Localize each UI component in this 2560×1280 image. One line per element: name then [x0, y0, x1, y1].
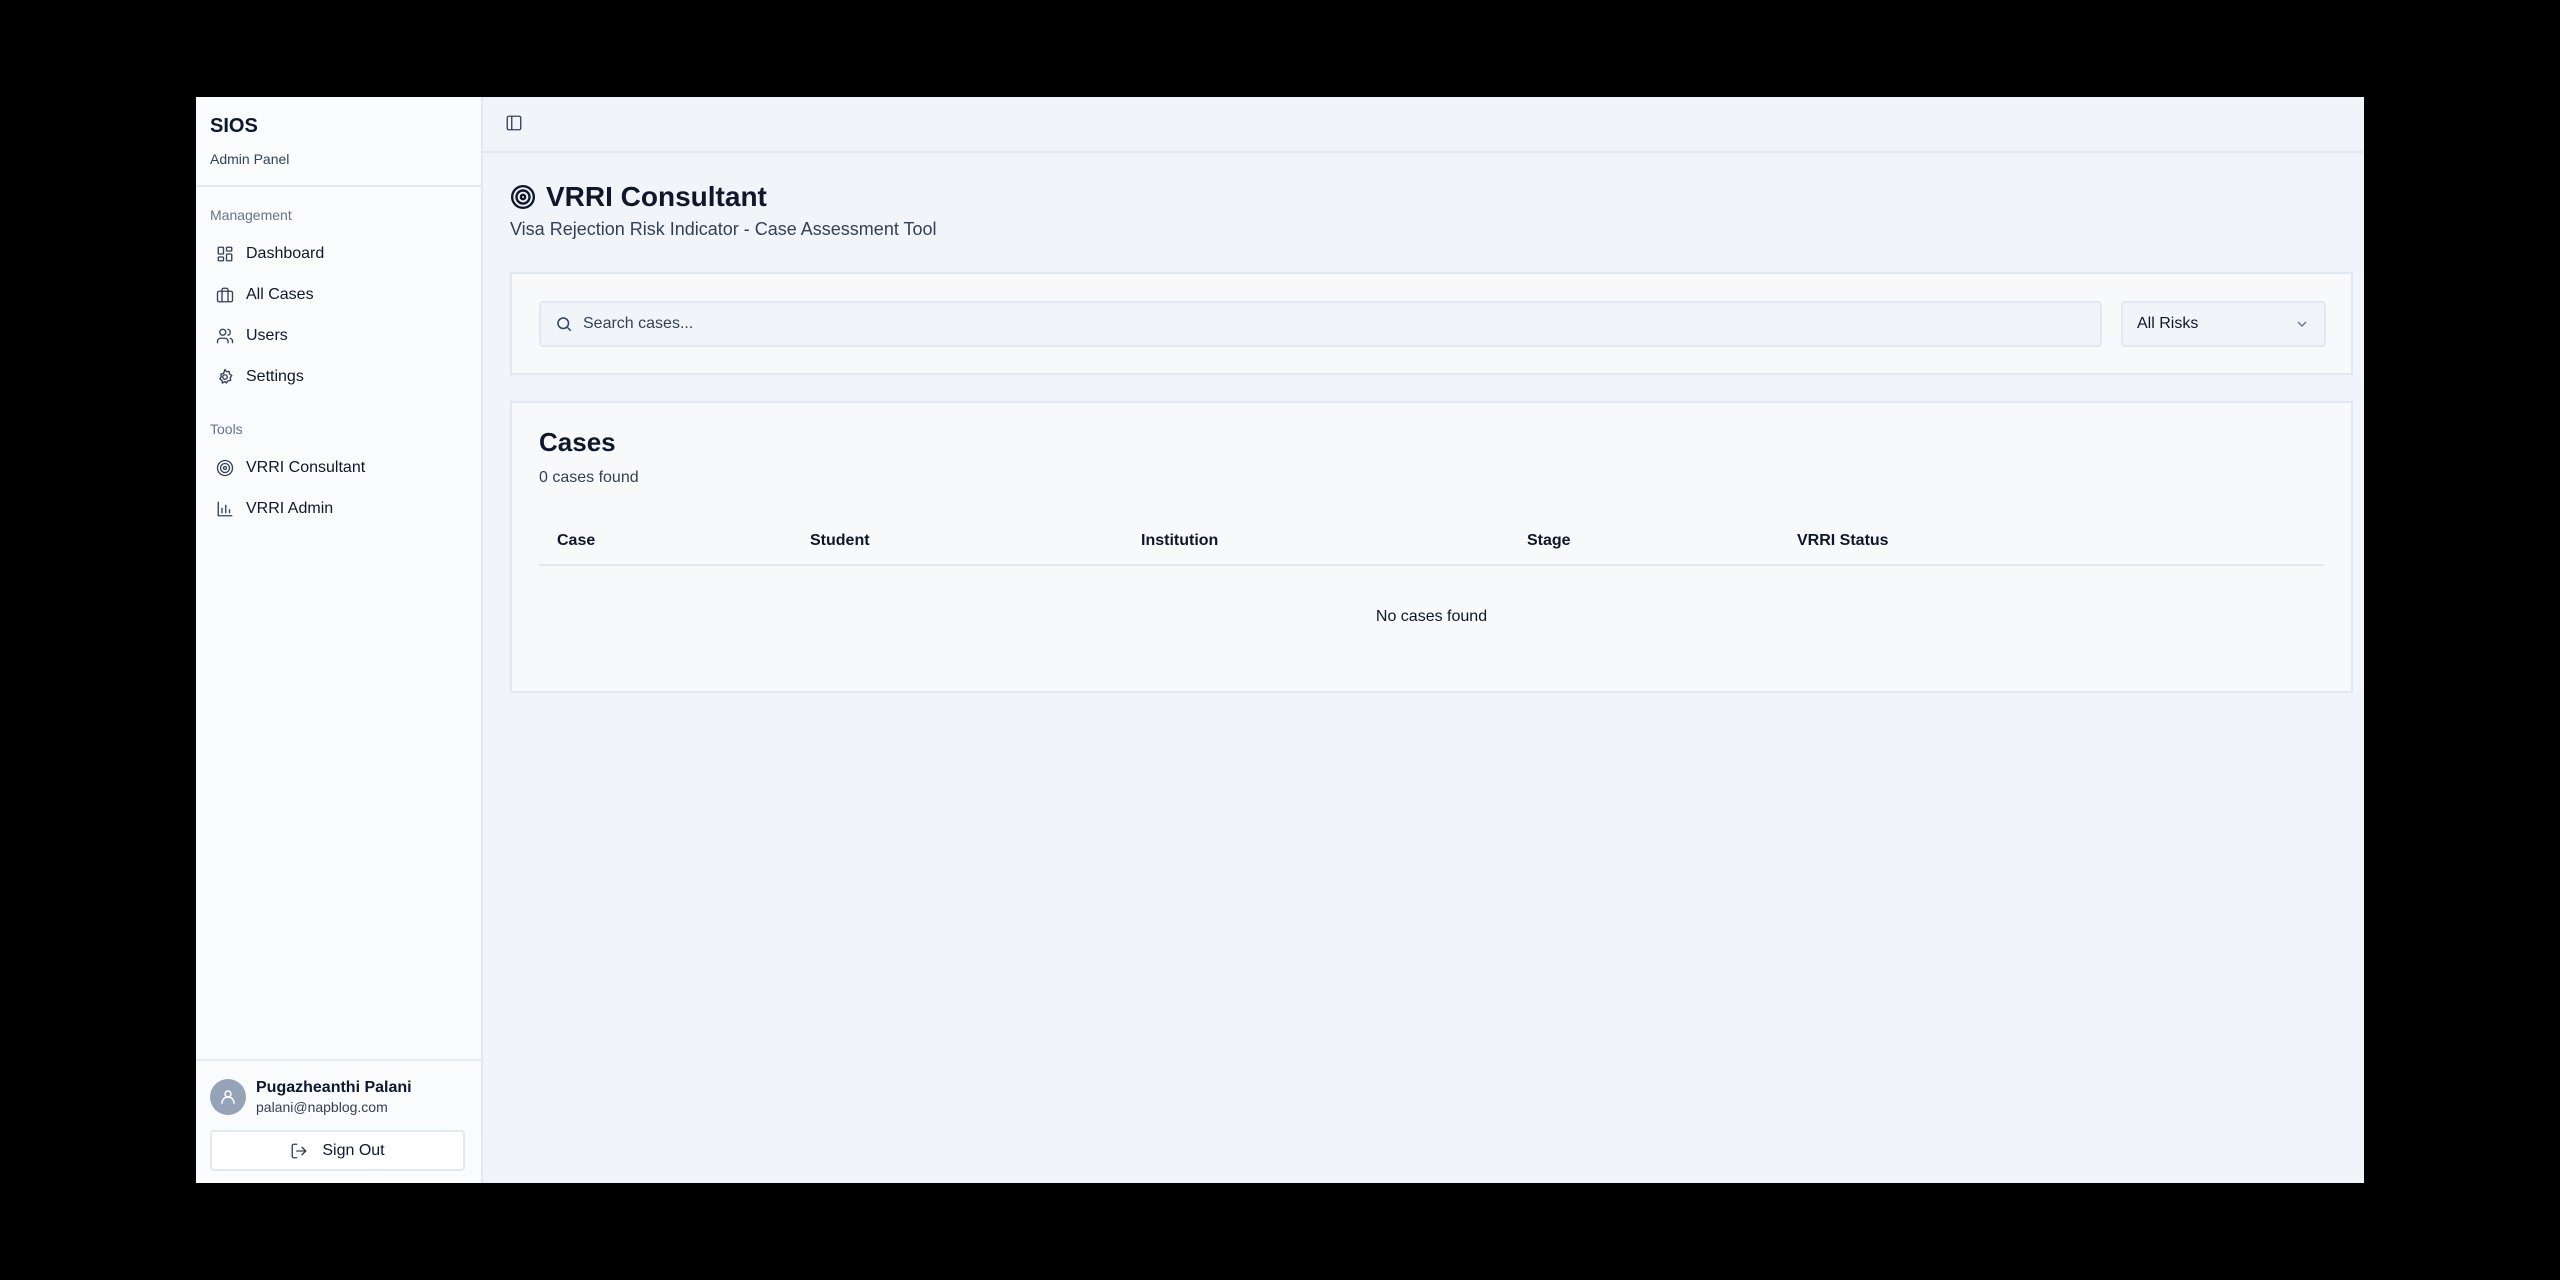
target-icon — [510, 184, 536, 210]
empty-state: No cases found — [1375, 608, 1488, 625]
cases-card: Cases 0 cases found Case Student Institu… — [510, 401, 2353, 693]
sidebar-item-dashboard[interactable]: Dashboard — [210, 233, 467, 274]
search-box — [539, 301, 2102, 347]
sign-out-button[interactable]: Sign Out — [210, 1130, 465, 1171]
search-input[interactable] — [583, 315, 2083, 333]
risk-filter-select[interactable]: All Risks — [2121, 301, 2326, 347]
search-icon — [557, 317, 572, 332]
avatar — [210, 1079, 246, 1115]
nav-management: Management Dashboard All Cases Users Set… — [196, 187, 481, 529]
column-header-vrri-status: VRRI Status — [1797, 532, 1889, 549]
user-email: palani@napblog.com — [256, 1099, 388, 1115]
sidebar-item-vrri-consultant[interactable]: VRRI Consultant — [210, 447, 467, 488]
column-header-student: Student — [810, 532, 870, 549]
topbar — [483, 97, 2364, 153]
page-header: VRRI Consultant Visa Rejection Risk Indi… — [483, 153, 2364, 240]
sidebar-item-settings[interactable]: Settings — [210, 356, 467, 397]
search-card: All Risks — [510, 272, 2353, 375]
main-content: VRRI Consultant Visa Rejection Risk Indi… — [483, 97, 2364, 1183]
column-header-case: Case — [557, 532, 596, 549]
dashboard-icon — [216, 245, 234, 263]
user-icon — [221, 1090, 235, 1104]
briefcase-icon — [216, 286, 234, 304]
gear-icon — [216, 368, 234, 386]
user-box: Pugazheanthi Palani palani@napblog.com S… — [196, 1059, 481, 1183]
users-icon — [216, 327, 234, 345]
brand-title: SIOS — [210, 115, 258, 137]
sign-out-label: Sign Out — [322, 1141, 385, 1159]
chevron-down-icon — [2297, 321, 2307, 327]
sidebar-item-label: Settings — [246, 367, 304, 385]
brand: SIOS Admin Panel — [196, 97, 481, 187]
column-header-stage: Stage — [1527, 532, 1571, 549]
brand-subtitle: Admin Panel — [210, 151, 290, 167]
user-name: Pugazheanthi Palani — [256, 1079, 412, 1096]
sidebar-item-users[interactable]: Users — [210, 315, 467, 356]
sidebar-item-label: Users — [246, 326, 288, 344]
user-info: Pugazheanthi Palani palani@napblog.com — [256, 1078, 412, 1116]
cases-count: 0 cases found — [539, 469, 639, 486]
sidebar: SIOS Admin Panel Management Dashboard Al… — [196, 97, 483, 1183]
page-subtitle: Visa Rejection Risk Indicator - Case Ass… — [510, 219, 937, 239]
tools-label: Tools — [210, 421, 243, 437]
panel-left-icon — [506, 115, 522, 131]
log-out-icon — [291, 1143, 307, 1158]
sidebar-item-label: Dashboard — [246, 244, 325, 262]
user-row: Pugazheanthi Palani palani@napblog.com — [210, 1077, 467, 1117]
sidebar-item-label: All Cases — [246, 285, 314, 303]
sidebar-toggle-button[interactable] — [505, 114, 525, 134]
bar-chart-icon — [216, 500, 234, 518]
management-label: Management — [210, 207, 292, 223]
sidebar-item-label: VRRI Consultant — [246, 458, 366, 476]
sidebar-item-all-cases[interactable]: All Cases — [210, 274, 467, 315]
cases-title: Cases — [539, 427, 616, 457]
app-window: SIOS Admin Panel Management Dashboard Al… — [196, 97, 2364, 1183]
table-header: Case Student Institution Stage VRRI Stat… — [539, 520, 2324, 566]
page-title-text: VRRI Consultant — [546, 181, 767, 212]
sidebar-item-label: VRRI Admin — [246, 499, 334, 517]
column-header-institution: Institution — [1141, 532, 1219, 549]
page-title: VRRI Consultant — [510, 179, 2364, 215]
risk-filter-value: All Risks — [2137, 315, 2199, 332]
sidebar-item-vrri-admin[interactable]: VRRI Admin — [210, 488, 467, 529]
target-icon — [216, 459, 234, 477]
